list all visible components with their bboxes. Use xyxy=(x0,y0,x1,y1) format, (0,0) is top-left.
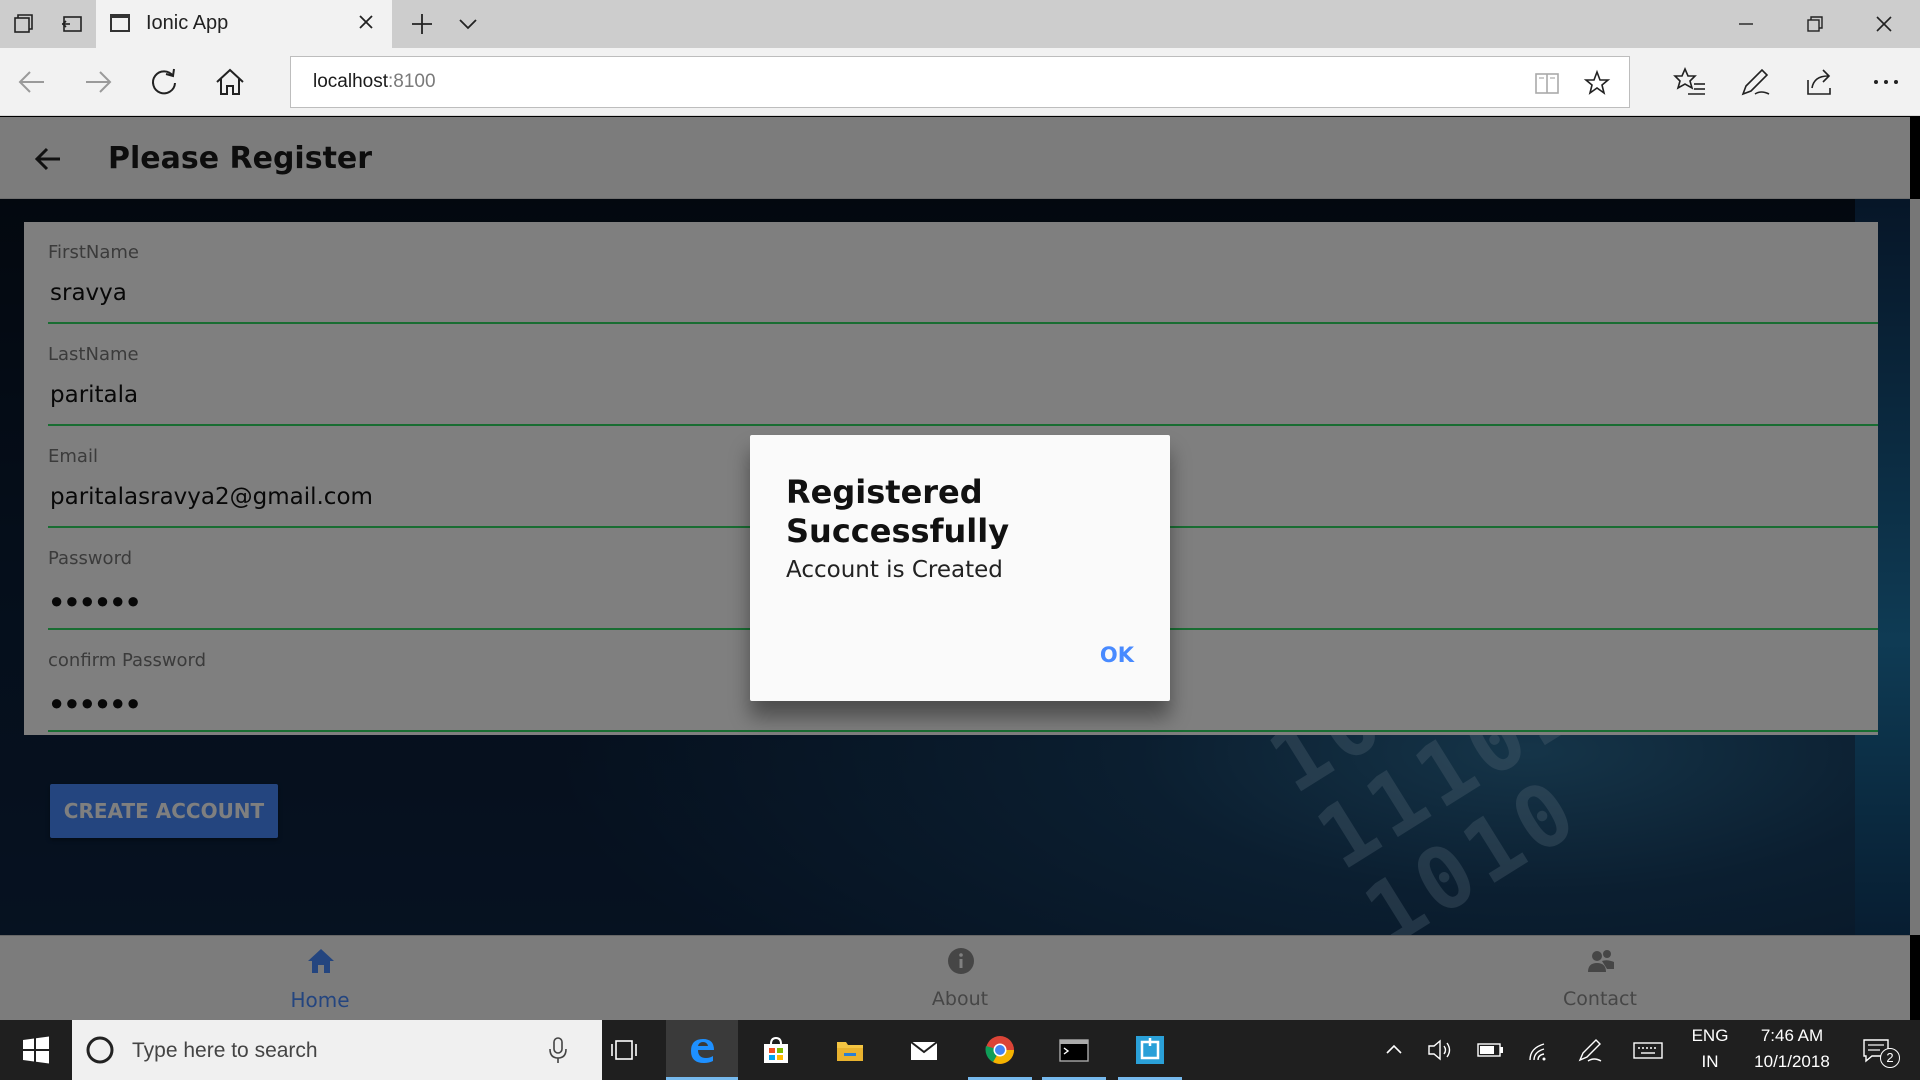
wifi-icon[interactable] xyxy=(1524,1034,1556,1066)
url-text: localhost:8100 xyxy=(313,71,436,93)
alert-message: Account is Created xyxy=(786,557,1003,583)
pen-ink-workspace-icon[interactable] xyxy=(1574,1034,1606,1066)
clock[interactable]: 7:46 AM 10/1/2018 xyxy=(1742,1026,1842,1072)
search-placeholder: Type here to search xyxy=(132,1039,318,1062)
tab-ionic-app[interactable]: Ionic App xyxy=(96,0,392,48)
region-code: IN xyxy=(1701,1052,1719,1071)
refresh-icon[interactable] xyxy=(146,64,182,100)
web-notes-pen-icon[interactable] xyxy=(1737,64,1773,100)
taskbar-chrome[interactable] xyxy=(968,1020,1032,1080)
more-options-icon[interactable] xyxy=(1868,64,1904,100)
chevron-down-icon[interactable] xyxy=(456,12,480,36)
clock-date: 10/1/2018 xyxy=(1754,1052,1830,1071)
cortana-icon xyxy=(86,1036,114,1064)
store-icon[interactable] xyxy=(760,1034,792,1066)
close-tab-icon[interactable] xyxy=(354,10,378,34)
favorite-star-icon[interactable] xyxy=(1583,69,1611,97)
app-icon xyxy=(1136,1036,1164,1064)
alert-title: Registered Successfully xyxy=(786,473,1010,550)
page-icon xyxy=(110,14,130,32)
show-hidden-icons-chevron-icon[interactable] xyxy=(1378,1034,1410,1066)
restore-icon[interactable] xyxy=(1799,8,1831,40)
forward-arrow-icon[interactable] xyxy=(80,64,116,100)
windows-start-icon[interactable] xyxy=(20,1034,52,1066)
terminal-icon xyxy=(1059,1039,1089,1062)
task-view-icon[interactable] xyxy=(608,1034,640,1066)
tab-preview-icon[interactable] xyxy=(60,12,84,36)
browser-tab-bar: Ionic App xyxy=(0,0,1920,48)
home-icon[interactable] xyxy=(212,64,248,100)
share-icon[interactable] xyxy=(1802,64,1838,100)
alert-dialog: Registered Successfully Account is Creat… xyxy=(750,435,1170,701)
favorites-hub-icon[interactable] xyxy=(1672,64,1708,100)
browser-nav-bar: localhost:8100 xyxy=(0,48,1920,116)
chrome-icon xyxy=(985,1036,1014,1064)
language-code: ENG xyxy=(1691,1026,1729,1045)
tab-title: Ionic App xyxy=(146,12,229,34)
reading-view-icon[interactable] xyxy=(1533,69,1561,97)
taskbar-edge[interactable] xyxy=(666,1020,738,1080)
volume-icon[interactable] xyxy=(1424,1034,1456,1066)
url-port: :8100 xyxy=(388,71,436,92)
edge-browser-icon xyxy=(691,1039,714,1063)
touch-keyboard-icon[interactable] xyxy=(1632,1034,1664,1066)
notification-count-badge: 2 xyxy=(1880,1048,1900,1068)
language-indicator[interactable]: ENG IN xyxy=(1682,1026,1738,1072)
clock-time: 7:46 AM xyxy=(1760,1026,1824,1045)
mail-icon[interactable] xyxy=(908,1034,940,1066)
taskbar-command-prompt[interactable] xyxy=(1042,1020,1106,1080)
tab-set-aside-icon[interactable] xyxy=(12,12,36,36)
taskbar-search-box[interactable]: Type here to search xyxy=(72,1020,602,1080)
taskbar-app[interactable] xyxy=(1118,1020,1182,1080)
address-bar[interactable]: localhost:8100 xyxy=(290,56,1630,108)
windows-taskbar: Type here to search ENG IN 7:46 AM 10/1/… xyxy=(0,1020,1920,1080)
battery-icon[interactable] xyxy=(1474,1034,1506,1066)
close-window-icon[interactable] xyxy=(1868,8,1900,40)
microphone-icon[interactable] xyxy=(542,1034,574,1066)
back-arrow-icon[interactable] xyxy=(14,64,50,100)
url-host: localhost xyxy=(313,71,388,92)
ok-button[interactable]: OK xyxy=(1100,643,1134,667)
file-explorer-icon[interactable] xyxy=(834,1034,866,1066)
new-tab-icon[interactable] xyxy=(408,10,436,38)
ionic-app-viewport: Please Register 100110011101001010 First… xyxy=(0,117,1920,1020)
action-center[interactable]: 2 xyxy=(1852,1020,1902,1080)
minimize-icon[interactable] xyxy=(1730,8,1762,40)
